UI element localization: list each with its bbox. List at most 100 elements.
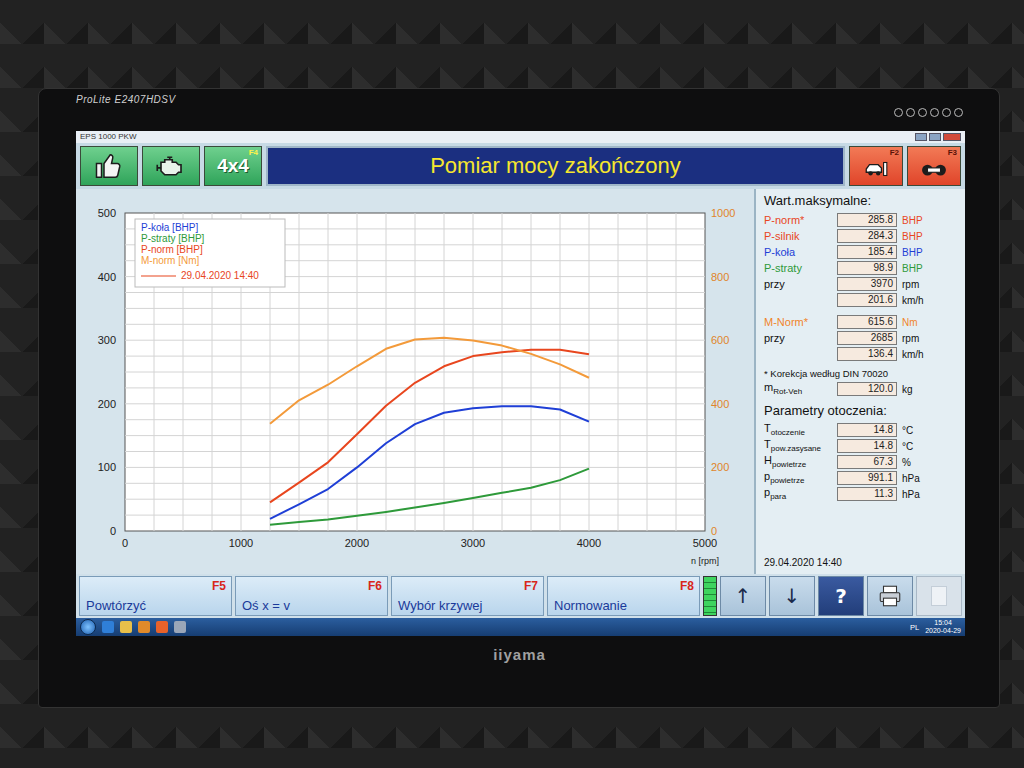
- x-axis-label: n [rpm]: [691, 556, 719, 566]
- value-unit: BHP: [902, 231, 957, 242]
- printer-button[interactable]: [867, 576, 913, 616]
- value-row: P-koła 185.4 BHP: [764, 244, 957, 260]
- bezel-button-icon[interactable]: [930, 108, 939, 117]
- value-box: 285.8: [837, 213, 897, 227]
- folder-icon[interactable]: [120, 621, 132, 633]
- value-box: 2685: [837, 331, 897, 345]
- function-key-label: F3: [948, 148, 957, 157]
- bezel-button-icon[interactable]: [942, 108, 951, 117]
- value-row: P-straty98.9BHP: [764, 260, 957, 276]
- bezel-button-icon[interactable]: [894, 108, 903, 117]
- plot-area: [125, 213, 705, 531]
- function-button[interactable]: NormowanieF8: [547, 576, 700, 616]
- value-label: P-koła: [764, 246, 832, 258]
- bezel-button-icon[interactable]: [906, 108, 915, 117]
- y-left-tick: 100: [98, 461, 116, 473]
- rollers-icon: [921, 156, 947, 182]
- value-box: 615.6: [837, 315, 897, 329]
- series-line: [270, 469, 589, 525]
- firefox-icon[interactable]: [156, 621, 168, 633]
- value-box: 136.4: [837, 347, 897, 361]
- y-right-tick: 1000: [711, 207, 735, 219]
- status-title: Pomiar mocy zakończony: [266, 146, 845, 186]
- value-unit: BHP: [902, 247, 957, 258]
- value-box: 14.8: [837, 439, 897, 453]
- value-label: Hpowietrze: [764, 454, 832, 469]
- text-button[interactable]: 4x4F4: [204, 146, 262, 186]
- app-icon[interactable]: [174, 621, 186, 633]
- blank-button[interactable]: [916, 576, 962, 616]
- ambient-row: Totoczenie14.8°C: [764, 422, 957, 438]
- grid-line: [125, 387, 705, 388]
- maximize-icon[interactable]: [929, 133, 941, 141]
- grid-line: [125, 515, 705, 516]
- value-unit: km/h: [902, 349, 957, 360]
- car-button[interactable]: F2: [849, 146, 903, 186]
- value-box: 185.4: [837, 245, 897, 259]
- bezel-button-icon[interactable]: [954, 108, 963, 117]
- language[interactable]: PL: [910, 623, 919, 632]
- function-button[interactable]: PowtórzyćF5: [79, 576, 232, 616]
- start-icon[interactable]: [80, 619, 96, 635]
- function-key-label: F4: [249, 148, 258, 157]
- value-box: 201.6: [837, 293, 897, 307]
- x-tick: 5000: [693, 537, 717, 549]
- value-unit: hPa: [902, 489, 957, 500]
- thumb-button[interactable]: [80, 146, 138, 186]
- function-button[interactable]: Oś x = vF6: [235, 576, 388, 616]
- glyph-button[interactable]: ↑: [720, 576, 766, 616]
- value-unit: km/h: [902, 295, 957, 306]
- clock[interactable]: 15:042020-04-29: [925, 619, 961, 635]
- help-button[interactable]: ?: [818, 576, 864, 616]
- bezel-top: ProLite E2407HDSV: [76, 89, 963, 131]
- max-values-panel: Wart.maksymalne:P-norm*285.8BHPP-silnik2…: [756, 189, 965, 574]
- engine-icon: [156, 151, 186, 181]
- grid-line: [125, 499, 705, 500]
- mass-row: mRot-Veh120.0kg: [764, 381, 957, 397]
- series-line: [270, 406, 589, 519]
- printer-icon: [877, 583, 903, 609]
- legend-item: P-norm [BHP]: [141, 244, 203, 255]
- value-label: Tpow.zasysane: [764, 438, 832, 453]
- media-icon[interactable]: [138, 621, 150, 633]
- ambient-row: Hpowietrze67.3%: [764, 454, 957, 470]
- function-bar: PowtórzyćF5Oś x = vF6Wybór krzywejF7Norm…: [76, 574, 965, 618]
- ambient-row: ppowietrze991.1hPa: [764, 470, 957, 486]
- legend-item: P-straty [BHP]: [141, 233, 205, 244]
- value-label: P-silnik: [764, 230, 832, 242]
- function-key: F6: [368, 579, 382, 593]
- title-bar: EPS 1000 PKW: [76, 131, 965, 143]
- level-fill: [704, 577, 716, 615]
- legend-item: M-norm [Nm]: [141, 255, 200, 266]
- bezel-button-icon[interactable]: [918, 108, 927, 117]
- series-line: [270, 338, 589, 424]
- app-title: EPS 1000 PKW: [80, 132, 136, 142]
- glyph-button[interactable]: ↓: [769, 576, 815, 616]
- value-label: mRot-Veh: [764, 381, 832, 396]
- screen: EPS 1000 PKW4x4F4Pomiar mocy zakończonyF…: [76, 131, 965, 636]
- x-tick: 4000: [577, 537, 601, 549]
- y-left-tick: 0: [110, 525, 116, 537]
- value-unit: rpm: [902, 333, 957, 344]
- value-unit: rpm: [902, 279, 957, 290]
- window-controls: [915, 133, 961, 141]
- value-label: Totoczenie: [764, 422, 832, 437]
- function-button[interactable]: Wybór krzywejF7: [391, 576, 544, 616]
- ie-icon[interactable]: [102, 621, 114, 633]
- scene: ProLite E2407HDSVEPS 1000 PKW 4x4F4Pomiar…: [0, 0, 1024, 768]
- level-indicator: [703, 576, 717, 616]
- value-label: P-norm*: [764, 214, 832, 226]
- value-label: P-straty: [764, 262, 832, 274]
- value-box: 98.9: [837, 261, 897, 275]
- rollers-button[interactable]: F3: [907, 146, 961, 186]
- minimize-icon[interactable]: [915, 133, 927, 141]
- power-chart: 0100200300400500020040060080010000100020…: [80, 191, 752, 572]
- function-label: Wybór krzywej: [398, 598, 482, 613]
- value-row: przy3970rpm: [764, 276, 957, 292]
- close-icon[interactable]: [943, 133, 961, 141]
- engine-button[interactable]: [142, 146, 200, 186]
- y-left-tick: 300: [98, 334, 116, 346]
- value-row: 201.6 km/h: [764, 292, 957, 308]
- legend-date-line: [141, 275, 176, 276]
- grid-line: [125, 372, 705, 373]
